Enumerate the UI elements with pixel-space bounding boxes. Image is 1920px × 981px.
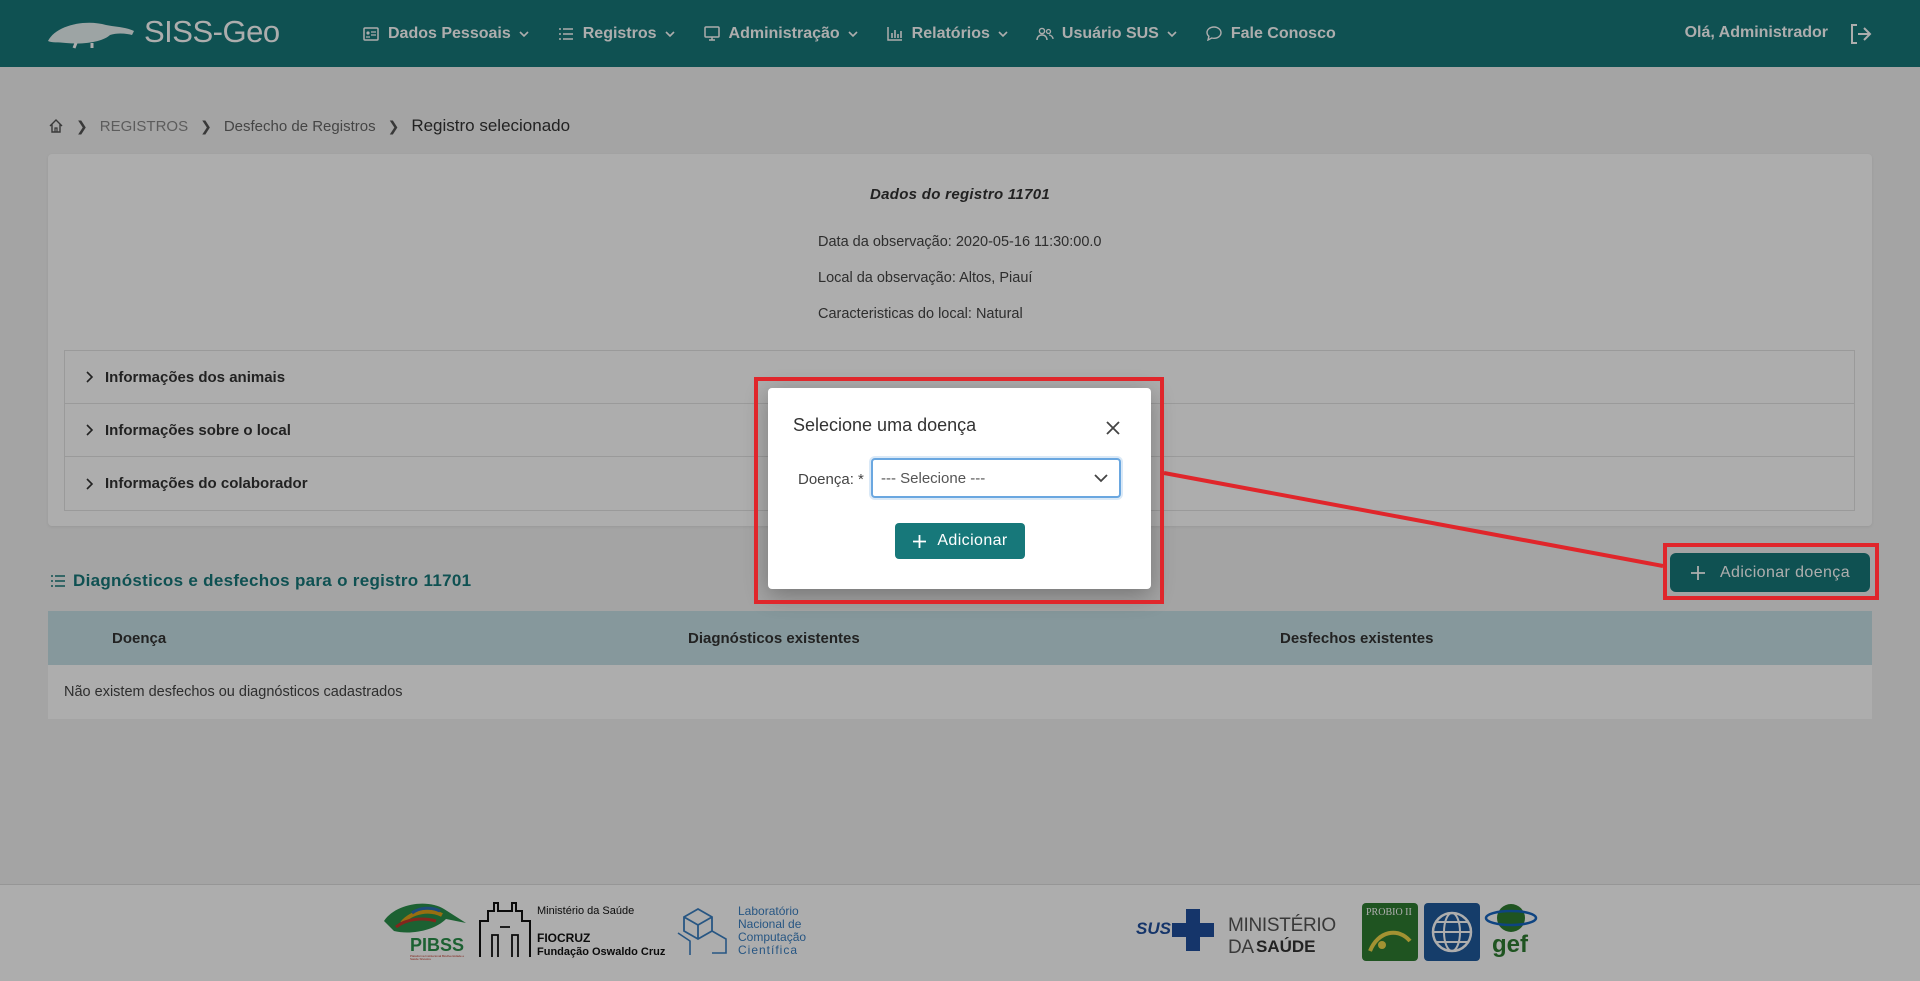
modal-title: Selecione uma doença bbox=[793, 415, 977, 435]
plus-icon bbox=[913, 534, 927, 548]
disease-field-label: Doença: * bbox=[798, 471, 864, 488]
close-icon[interactable] bbox=[1105, 420, 1121, 436]
modal-add-label: Adicionar bbox=[937, 532, 1008, 549]
select-disease-modal: Selecione uma doença Doença: * --- Selec… bbox=[768, 388, 1151, 589]
modal-add-button[interactable]: Adicionar bbox=[895, 523, 1025, 559]
disease-select[interactable]: --- Selecione --- bbox=[871, 458, 1121, 498]
disease-select-value: --- Selecione --- bbox=[881, 469, 986, 487]
chevron-down-icon bbox=[1094, 474, 1108, 483]
